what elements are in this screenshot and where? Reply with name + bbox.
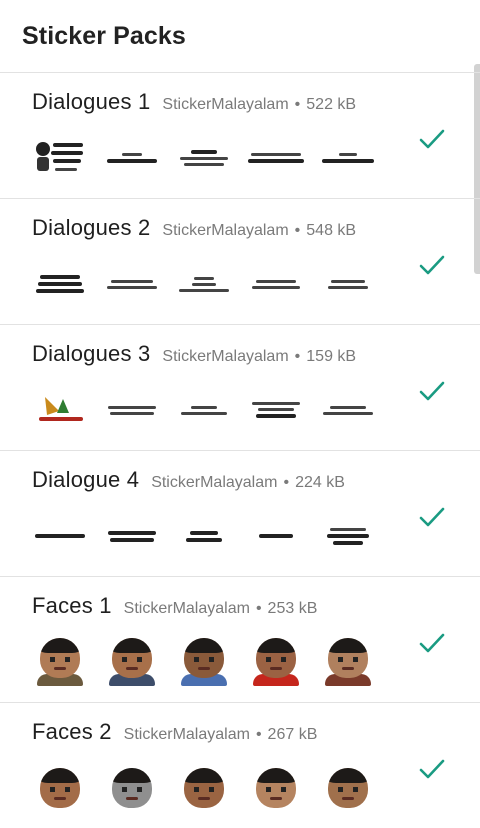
sticker-thumbnail [24, 255, 96, 313]
pack-name: Dialogues 1 [32, 89, 151, 114]
sticker-pack-list: Dialogues 1 StickerMalayalam • 522 kB Dial… [0, 72, 480, 828]
sticker-thumbnail [168, 507, 240, 565]
pack-meta: StickerMalayalam • 548 kB [162, 222, 356, 240]
sticker-thumbnail [168, 633, 240, 691]
meta-separator: • [294, 96, 301, 113]
pack-meta: StickerMalayalam • 253 kB [124, 600, 318, 618]
pack-meta: StickerMalayalam • 267 kB [124, 726, 318, 744]
pack-size: 548 kB [306, 222, 357, 239]
sticker-thumbnail [240, 633, 312, 691]
sticker-pack-row[interactable]: Dialogues 3 StickerMalayalam • 159 kB [0, 324, 480, 450]
sticker-thumbnail [24, 129, 96, 187]
sticker-thumbnail [96, 255, 168, 313]
pack-meta: StickerMalayalam • 159 kB [162, 348, 356, 366]
sticker-preview-row [24, 633, 384, 691]
sticker-pack-row[interactable]: Faces 2 StickerMalayalam • 267 kB [0, 702, 480, 828]
pack-publisher: StickerMalayalam [162, 222, 289, 239]
sticker-thumbnail [312, 129, 384, 187]
pack-publisher: StickerMalayalam [162, 96, 289, 113]
pack-name: Dialogues 2 [32, 215, 151, 240]
sticker-preview-row [24, 255, 384, 313]
meta-separator: • [294, 222, 301, 239]
sticker-thumbnail [168, 129, 240, 187]
sticker-thumbnail [240, 759, 312, 817]
added-checkmark-icon [418, 631, 446, 655]
sticker-thumbnail [312, 507, 384, 565]
pack-name: Faces 1 [32, 593, 112, 618]
sticker-thumbnail [240, 255, 312, 313]
sticker-thumbnail [24, 759, 96, 817]
pack-meta: StickerMalayalam • 522 kB [162, 96, 356, 114]
app-bar: Sticker Packs [0, 0, 480, 72]
sticker-thumbnail [312, 255, 384, 313]
pack-header: Dialogue 4 StickerMalayalam • 224 kB [32, 467, 345, 493]
added-checkmark-icon [418, 127, 446, 151]
sticker-thumbnail [168, 381, 240, 439]
pack-size: 224 kB [295, 474, 345, 491]
pack-header: Faces 2 StickerMalayalam • 267 kB [32, 719, 317, 745]
sticker-thumbnail [240, 129, 312, 187]
added-checkmark-icon [418, 253, 446, 277]
sticker-pack-row[interactable]: Dialogue 4 StickerMalayalam • 224 kB [0, 450, 480, 576]
sticker-thumbnail [96, 759, 168, 817]
sticker-pack-row[interactable]: Faces 1 StickerMalayalam • 253 kB [0, 576, 480, 702]
sticker-thumbnail [312, 381, 384, 439]
sticker-thumbnail [96, 633, 168, 691]
sticker-thumbnail [96, 381, 168, 439]
pack-header: Dialogues 1 StickerMalayalam • 522 kB [32, 89, 356, 115]
pack-header: Dialogues 2 StickerMalayalam • 548 kB [32, 215, 356, 241]
sticker-thumbnail [312, 633, 384, 691]
added-checkmark-icon [418, 505, 446, 529]
sticker-thumbnail [168, 759, 240, 817]
pack-publisher: StickerMalayalam [123, 600, 250, 617]
meta-separator: • [255, 600, 262, 617]
sticker-thumbnail [24, 381, 96, 439]
meta-separator: • [283, 474, 290, 491]
added-checkmark-icon [418, 379, 446, 403]
page-title: Sticker Packs [22, 22, 186, 50]
pack-meta: StickerMalayalam • 224 kB [151, 474, 345, 492]
sticker-thumbnail [24, 633, 96, 691]
pack-size: 253 kB [267, 600, 318, 617]
pack-publisher: StickerMalayalam [123, 726, 250, 743]
sticker-pack-row[interactable]: Dialogues 1 StickerMalayalam • 522 kB [0, 72, 480, 198]
pack-publisher: StickerMalayalam [151, 474, 278, 491]
pack-size: 522 kB [306, 96, 357, 113]
sticker-thumbnail [24, 507, 96, 565]
sticker-preview-row [24, 381, 384, 439]
pack-publisher: StickerMalayalam [162, 348, 289, 365]
sticker-preview-row [24, 507, 384, 565]
pack-name: Dialogues 3 [32, 341, 151, 366]
sticker-thumbnail [168, 255, 240, 313]
pack-name: Faces 2 [32, 719, 112, 744]
sticker-thumbnail [240, 381, 312, 439]
sticker-thumbnail [96, 507, 168, 565]
sticker-thumbnail [312, 759, 384, 817]
sticker-pack-row[interactable]: Dialogues 2 StickerMalayalam • 548 kB [0, 198, 480, 324]
sticker-thumbnail [96, 129, 168, 187]
pack-header: Faces 1 StickerMalayalam • 253 kB [32, 593, 317, 619]
meta-separator: • [255, 726, 262, 743]
pack-size: 267 kB [267, 726, 318, 743]
pack-header: Dialogues 3 StickerMalayalam • 159 kB [32, 341, 356, 367]
sticker-preview-row [24, 759, 384, 817]
meta-separator: • [294, 348, 301, 365]
pack-name: Dialogue 4 [32, 467, 140, 492]
pack-size: 159 kB [306, 348, 357, 365]
sticker-preview-row [24, 129, 384, 187]
sticker-thumbnail [240, 507, 312, 565]
added-checkmark-icon [418, 757, 446, 781]
